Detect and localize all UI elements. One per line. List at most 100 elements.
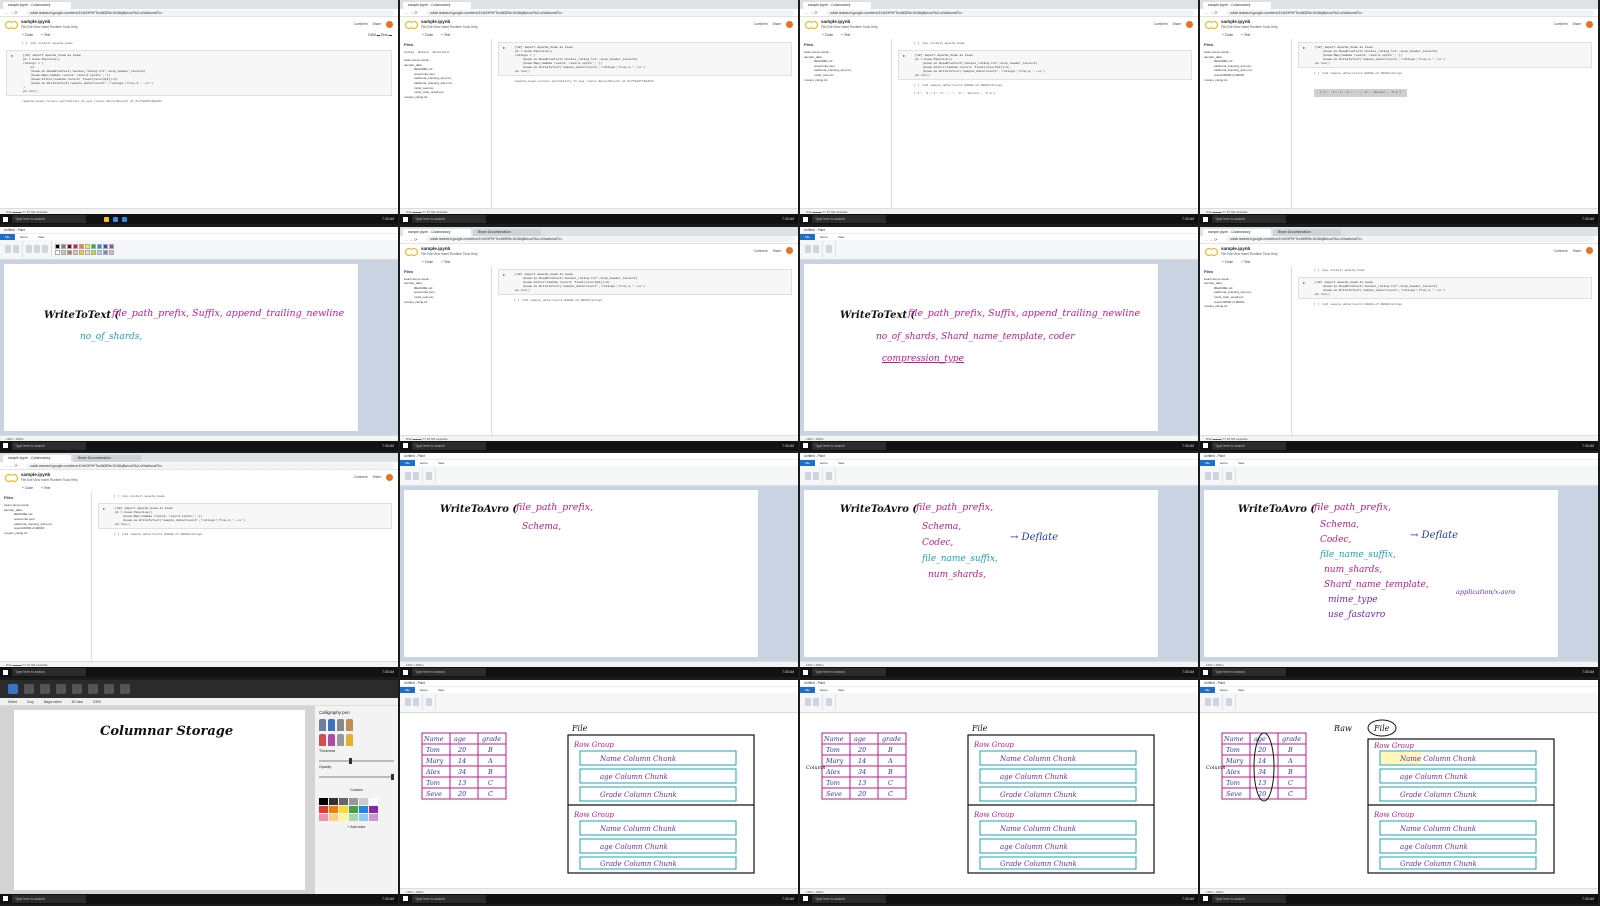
shapes-icon[interactable] [826,698,832,707]
eraser-icon[interactable] [337,733,344,746]
swatch[interactable] [339,797,348,805]
browser-tab[interactable]: sample.ipynb - Colaboratory [403,228,471,236]
fill-icon[interactable] [346,733,353,746]
effects-icon[interactable] [88,683,98,694]
upload-button[interactable]: Upload [404,50,414,54]
swatch[interactable] [109,249,114,255]
swatch[interactable] [329,805,338,813]
cat-command[interactable]: [ ] !cat sample_data/result-00000-of-000… [498,299,792,303]
file-item[interactable]: movies_rating.txt [1204,78,1287,83]
swatch[interactable] [349,813,358,821]
windows-start-icon[interactable] [1200,667,1210,677]
windows-start-icon[interactable] [0,894,10,904]
swatch[interactable] [329,813,338,821]
windows-start-icon[interactable] [1200,214,1210,224]
calligraphy-pen-icon[interactable] [328,718,335,731]
magic-select-tool[interactable]: Magic select [44,698,62,705]
taskbar-search[interactable]: Type here to search [412,215,486,223]
avatar[interactable] [786,247,793,255]
tab-file[interactable]: File [800,686,815,693]
browser-tab-2[interactable]: Beam Documentation [1273,228,1341,236]
menu-bar[interactable]: File Edit View Insert Runtime Tools Help [21,25,78,29]
code-cell[interactable]: [42] import apache_beam as beam p1 = bea… [498,42,792,76]
brush-icon[interactable] [413,471,419,480]
3d-shapes-icon[interactable] [40,683,50,694]
taskbar-search[interactable]: Type here to search [812,894,886,903]
oil-brush-icon[interactable] [337,718,344,731]
nav-arrows-icon[interactable]: ← → ⟳ [404,10,426,15]
stickers-icon[interactable] [56,683,66,694]
add-code-button[interactable]: + Code [422,260,433,264]
swatch[interactable] [369,813,378,821]
share-button[interactable]: Share [772,249,781,253]
comment-button[interactable]: Comment [1554,249,1568,253]
comment-button[interactable]: Comment [1554,22,1568,26]
swatch[interactable] [103,249,108,255]
swatch[interactable] [103,243,108,249]
menu-bar[interactable]: File Edit View Insert Runtime Tools Help [421,25,478,29]
shapes-icon[interactable] [826,245,832,254]
menu-bar[interactable]: File Edit View Insert Runtime Tools Help [21,478,78,482]
swatch[interactable] [67,243,72,249]
swatch[interactable] [349,805,358,813]
pencil-icon[interactable] [1205,471,1211,480]
notebook-title[interactable]: sample.ipynb [421,246,478,251]
chrome-icon[interactable] [113,216,118,222]
avatar[interactable] [386,473,393,481]
code-cell[interactable]: [42] import apache_beam as beam p1 = bea… [6,50,392,96]
swatch[interactable] [359,797,368,805]
pip-cell[interactable]: [ ] !pip install apache_beam [1298,269,1592,273]
swatch[interactable] [359,813,368,821]
taskbar-search[interactable]: Type here to search [812,215,886,223]
shapes-icon[interactable] [1226,471,1232,480]
swatch[interactable] [79,249,84,255]
add-code-button[interactable]: + Code [422,33,433,37]
paint-icon[interactable] [122,216,127,222]
pencil-icon[interactable] [405,471,411,480]
notebook-title[interactable]: sample.ipynb [821,19,878,24]
swatch[interactable] [319,797,328,805]
swatch[interactable] [85,249,90,255]
url-field[interactable]: colab.research.google.com/drive/1VxK0iFH… [26,462,394,469]
file-item[interactable]: movies_rating.txt [1204,304,1287,309]
swatch[interactable] [79,243,84,249]
taskbar-search[interactable]: Type here to search [12,441,86,450]
share-button[interactable]: Share [1572,249,1581,253]
swatch[interactable] [61,249,66,255]
windows-start-icon[interactable] [400,441,410,451]
windows-start-icon[interactable] [0,667,10,677]
add-code-button[interactable]: + Code [1222,260,1233,264]
windows-start-icon[interactable] [0,441,10,451]
clipboard-icon[interactable] [5,245,11,254]
pencil-icon[interactable] [26,245,32,254]
paint-canvas[interactable]: WriteToAvro ( file_path_prefix, Schema, [404,490,758,658]
windows-start-icon[interactable] [400,894,410,904]
code-cell[interactable]: [42] import apache_beam as beam |beam.io… [1298,276,1592,299]
paint-canvas[interactable]: WriteToText ( file_path_prefix, Suffix, … [4,263,358,431]
cat-command[interactable]: [ ] !cat sample_data/result-00000-of-000… [98,533,392,537]
menu-bar[interactable]: File Edit View Insert Runtime Tools Help [1221,252,1278,256]
code-cell[interactable]: [42] import apache_beam as beam |beam.io… [498,268,792,295]
nav-arrows-icon[interactable]: ← → ⟳ [4,10,26,15]
tab-home[interactable]: Home [15,234,33,240]
pencil-icon[interactable] [1205,698,1211,707]
file-item[interactable]: movies_rating.txt [4,531,87,536]
swatch[interactable] [319,813,328,821]
file-item[interactable]: movies_rating.txt [804,78,887,83]
tab-view[interactable]: View [1233,687,1249,693]
swatch[interactable] [91,249,96,255]
pip-cell[interactable]: [ ] !pip install apache_beam [898,42,1192,46]
notebook-title[interactable]: sample.ipynb [21,19,78,24]
pencil-icon[interactable] [805,245,811,254]
swatch[interactable] [319,805,328,813]
windows-start-icon[interactable] [800,667,810,677]
swatch[interactable] [359,805,368,813]
add-code-button[interactable]: + Code [822,33,833,37]
pencil-icon[interactable] [405,698,411,707]
brushes-icon[interactable] [8,683,18,694]
swatch[interactable] [55,243,60,249]
tab-view[interactable]: View [433,460,449,466]
url-field[interactable]: colab.research.google.com/drive/1VxK0iFH… [426,9,794,16]
tab-home[interactable]: Home [815,687,833,693]
swatch[interactable] [67,249,72,255]
